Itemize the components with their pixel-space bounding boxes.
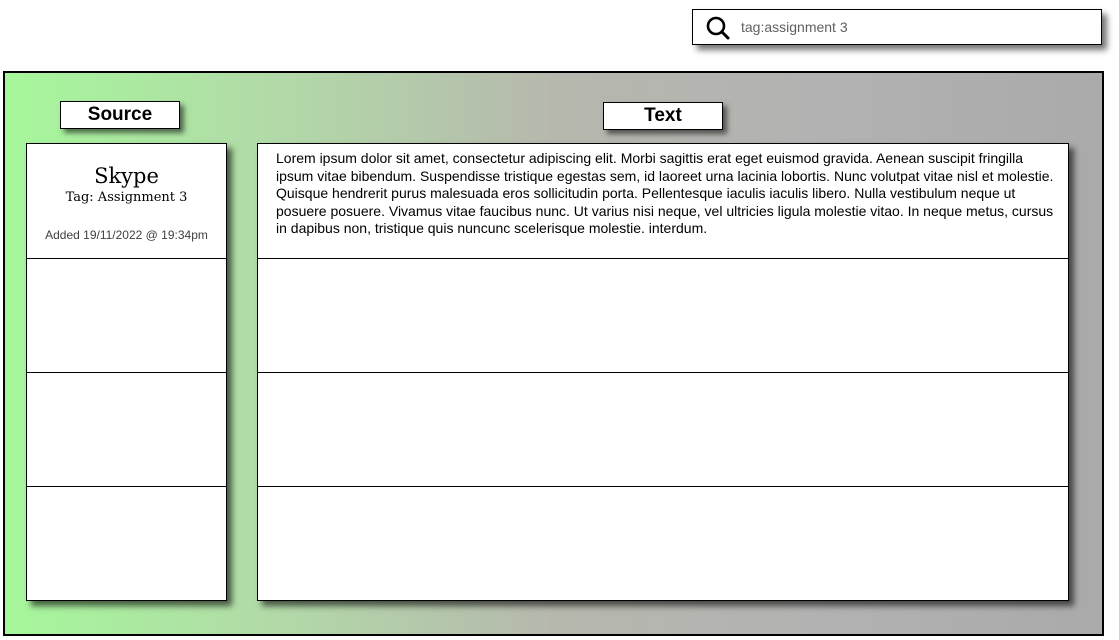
- source-row[interactable]: [27, 372, 226, 486]
- source-row[interactable]: [27, 486, 226, 600]
- results-panel: Source Text Skype Tag: Assignment 3 Adde…: [3, 71, 1104, 636]
- source-row[interactable]: Skype Tag: Assignment 3 Added 19/11/2022…: [27, 144, 226, 258]
- text-row[interactable]: [258, 258, 1068, 372]
- text-content: Lorem ipsum dolor sit amet, consectetur …: [276, 150, 1054, 236]
- text-row[interactable]: [258, 486, 1068, 600]
- source-name: Skype: [94, 164, 159, 188]
- source-added-timestamp: Added 19/11/2022 @ 19:34pm: [45, 228, 208, 242]
- search-input[interactable]: [741, 16, 1081, 38]
- source-column-header: Source: [60, 101, 180, 129]
- source-row[interactable]: [27, 258, 226, 372]
- search-icon[interactable]: [705, 15, 731, 41]
- search-bar[interactable]: [692, 9, 1102, 45]
- text-row[interactable]: Lorem ipsum dolor sit amet, consectetur …: [258, 144, 1068, 258]
- text-row[interactable]: [258, 372, 1068, 486]
- source-column: Skype Tag: Assignment 3 Added 19/11/2022…: [26, 143, 227, 601]
- source-tag: Tag: Assignment 3: [65, 190, 188, 205]
- text-column-header: Text: [603, 102, 723, 130]
- text-column: Lorem ipsum dolor sit amet, consectetur …: [257, 143, 1069, 601]
